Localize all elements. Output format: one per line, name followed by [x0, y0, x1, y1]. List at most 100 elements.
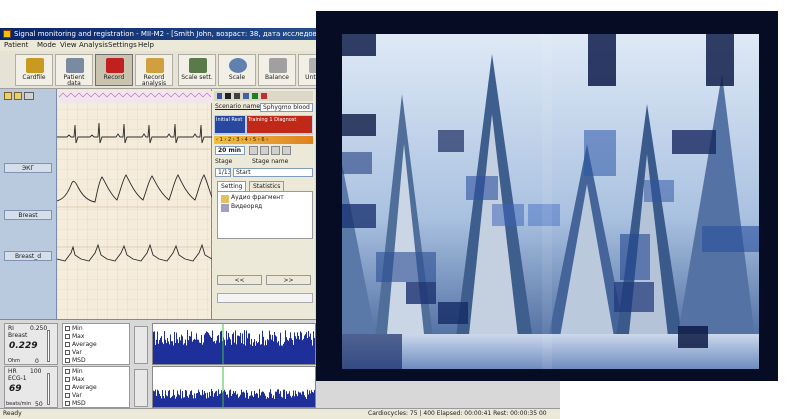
meter-max: 0.250 — [30, 325, 48, 332]
stat-option[interactable]: Min — [65, 325, 83, 332]
cardfile-label: Cardfile — [22, 74, 46, 81]
list-item[interactable]: Видеоряд — [231, 203, 262, 210]
prev-stage-button[interactable]: << — [217, 275, 262, 285]
menu-patient[interactable]: Patient — [4, 40, 28, 51]
meter-channel: Breast — [8, 332, 28, 339]
duration-select[interactable]: 20 min — [215, 146, 245, 155]
meter-value: 0.229 — [9, 341, 38, 351]
pause-icon[interactable] — [234, 93, 240, 99]
channel-label-ecg[interactable]: ЭКГ — [4, 163, 52, 173]
balance-icon — [269, 58, 287, 73]
scenario-name-field[interactable]: Sphygmo blood — [260, 103, 313, 112]
balance-label: Balance — [265, 74, 289, 81]
step-icon[interactable] — [243, 93, 249, 99]
tab-setting-label: Setting — [221, 183, 243, 190]
tab-training-label: Training 1 Diagnost — [248, 117, 297, 123]
menu-settings[interactable]: Settings — [108, 40, 137, 51]
tab-statistics[interactable]: Statistics — [249, 181, 285, 191]
channel-settings-icon[interactable] — [24, 92, 34, 100]
signal-plot-area — [57, 89, 212, 319]
status-counters: Cardiocycles: 75 | 400 Elapsed: 00:00:41… — [368, 410, 547, 417]
scale-icon — [229, 58, 247, 73]
stat-option-label: Var — [72, 392, 82, 399]
scenario-comment-field[interactable] — [217, 293, 313, 303]
stat-option-label: Min — [72, 325, 83, 332]
stat-option[interactable]: Average — [65, 384, 97, 391]
zoom-out-icon[interactable] — [249, 146, 258, 155]
meter-value: 69 — [9, 384, 22, 394]
open-icon[interactable] — [4, 92, 12, 100]
meter-min: 0 — [35, 358, 39, 365]
delete-icon[interactable] — [261, 93, 267, 99]
signal-traces — [57, 89, 212, 319]
stat-option[interactable]: Average — [65, 341, 97, 348]
patient-data-button[interactable]: Patient data — [55, 54, 93, 87]
stop-icon[interactable] — [225, 93, 231, 99]
patient-data-label: Patient data — [63, 74, 85, 87]
tab-training[interactable]: Training 1 Diagnost — [247, 116, 312, 133]
scale-settings-icon — [189, 58, 207, 73]
video-item-icon — [221, 204, 229, 212]
meter-hr: HR 100 ECG-1 69 beats/min 50 — [4, 366, 58, 408]
status-bar: Ready Cardiocycles: 75 | 400 Elapsed: 00… — [0, 408, 560, 419]
stats-box-ri: Min Max Average Var MSD — [62, 323, 130, 365]
channel-label-breast-d[interactable]: Breast_d — [4, 251, 52, 261]
menu-analysis[interactable]: Analysis — [79, 40, 108, 51]
stage-number-field[interactable]: 1/13 — [215, 168, 231, 177]
stat-option[interactable]: Min — [65, 368, 83, 375]
meter-slider[interactable] — [47, 373, 50, 405]
record-label: Record — [103, 74, 125, 81]
meter-channel: ECG-1 — [8, 375, 27, 382]
stat-option[interactable]: MSD — [65, 357, 86, 364]
stat-option[interactable]: Max — [65, 376, 84, 383]
meter-min: 50 — [35, 401, 43, 408]
stage-name-label: Stage name — [252, 158, 289, 165]
channel-label-breast[interactable]: Breast — [4, 210, 52, 220]
stat-option[interactable]: MSD — [65, 400, 86, 407]
record-analysis-label: Record analysis — [141, 74, 167, 87]
tab-statistics-label: Statistics — [253, 183, 281, 190]
stat-option[interactable]: Var — [65, 349, 82, 356]
tab-setting[interactable]: Setting — [217, 181, 247, 191]
stat-option-label: Average — [72, 384, 97, 391]
scale-button[interactable]: Scale — [218, 54, 256, 86]
meter-slider[interactable] — [47, 330, 50, 362]
meter-max: 100 — [30, 368, 42, 375]
scenario-panel: Scenario name Sphygmo blood Initial Rest… — [212, 89, 315, 319]
stage-timeline[interactable]: ‹ 1 › 2 › 3 › 4 › 5 › 6 › — [214, 136, 313, 144]
edit-icon[interactable] — [252, 93, 258, 99]
zoom-in-icon[interactable] — [260, 146, 269, 155]
stage-name-field[interactable]: Start — [233, 168, 313, 177]
trend-bars-ri — [153, 324, 315, 364]
record-button[interactable]: Record — [95, 54, 133, 86]
tab-initial-rest[interactable]: Initial Rest — [215, 116, 245, 133]
cardfile-button[interactable]: Cardfile — [15, 54, 53, 86]
nav-icon[interactable] — [282, 146, 291, 155]
menu-view[interactable]: View — [60, 40, 77, 51]
menu-help[interactable]: Help — [138, 40, 154, 51]
trend-chart-ri — [152, 323, 316, 365]
save-icon[interactable] — [14, 92, 22, 100]
list-item[interactable]: Аудио фрагмент — [231, 194, 284, 201]
scale-label: Scale — [228, 74, 246, 81]
play-icon[interactable] — [217, 93, 222, 99]
winter-forest-image — [342, 34, 759, 369]
window-title: Signal monitoring and registration - MII… — [14, 30, 362, 38]
scale-settings-button[interactable]: Scale sett. — [178, 54, 216, 86]
scenario-item-list: Аудио фрагмент Видеоряд — [217, 191, 313, 239]
stat-option-label: Min — [72, 368, 83, 375]
status-text: Ready — [3, 410, 22, 417]
stat-option[interactable]: Max — [65, 333, 84, 340]
record-icon — [106, 58, 124, 73]
stat-option-label: Average — [72, 341, 97, 348]
next-stage-button[interactable]: >> — [266, 275, 311, 285]
balance-button[interactable]: Balance — [258, 54, 296, 86]
fit-icon[interactable] — [271, 146, 280, 155]
trend-scale-2[interactable] — [134, 369, 148, 407]
menu-mode[interactable]: Mode — [37, 40, 56, 51]
stat-option[interactable]: Var — [65, 392, 82, 399]
record-analysis-button[interactable]: Record analysis — [135, 54, 173, 87]
scenario-strip: Initial Rest Training 1 Diagnost — [214, 115, 313, 135]
scenario-toolbar — [214, 91, 313, 101]
trend-scale-1[interactable] — [134, 326, 148, 364]
